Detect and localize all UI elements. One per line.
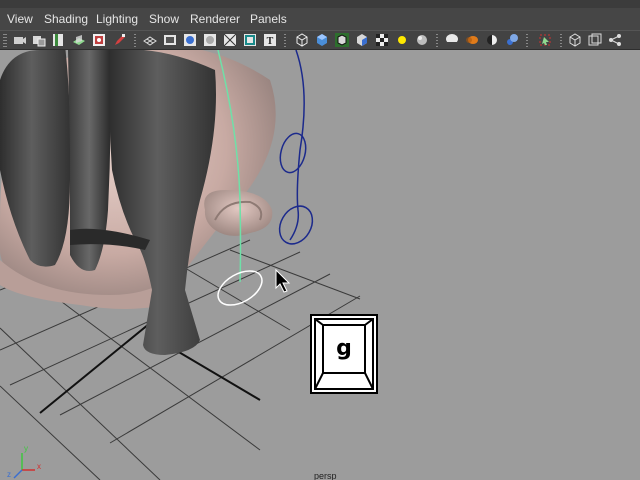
toolbar-grip[interactable] <box>3 34 7 48</box>
axis-label-x: x <box>37 462 41 471</box>
hotkey-keycap-overlay: g <box>310 314 378 394</box>
menu-panels[interactable]: Panels <box>250 12 287 26</box>
menu-view[interactable]: View <box>7 12 33 26</box>
safe-action-icon[interactable] <box>243 33 257 47</box>
panel-toolbar: T <box>0 30 640 50</box>
motion-blur-icon[interactable] <box>465 33 479 47</box>
screen-space-ao-icon[interactable] <box>445 33 459 47</box>
depth-of-field-icon[interactable] <box>505 33 519 47</box>
field-chart-icon[interactable] <box>223 33 237 47</box>
toolbar-separator <box>134 34 136 48</box>
menu-shading[interactable]: Shading <box>44 12 88 26</box>
resolution-gate-icon[interactable] <box>183 33 197 47</box>
bookmark-icon[interactable] <box>51 33 65 47</box>
default-material-icon[interactable] <box>355 33 369 47</box>
menu-lighting[interactable]: Lighting <box>96 12 138 26</box>
toolbar-separator <box>436 34 438 48</box>
toolbar-separator <box>526 34 528 48</box>
svg-text:T: T <box>267 36 274 47</box>
xray-components-icon[interactable] <box>608 33 622 47</box>
axis-label-y: y <box>24 444 28 453</box>
film-gate-icon[interactable] <box>163 33 177 47</box>
image-plane-icon[interactable] <box>72 33 86 47</box>
curve-ring-blue-1 <box>279 132 307 174</box>
menu-show[interactable]: Show <box>149 12 179 26</box>
toolbar-separator <box>560 34 562 48</box>
select-camera-icon[interactable] <box>13 33 27 47</box>
gate-mask-icon[interactable] <box>203 33 217 47</box>
axis-gizmo <box>13 453 35 479</box>
use-all-lights-icon[interactable] <box>395 33 409 47</box>
keycap-letter: g <box>336 336 352 361</box>
mouse-cursor-icon <box>275 268 291 293</box>
nurbs-curve-blue <box>289 50 305 241</box>
panel-menu-bar: View Shading Lighting Show Renderer Pane… <box>0 8 640 30</box>
window-top-strip <box>0 0 640 8</box>
camera-attributes-icon[interactable] <box>32 33 46 47</box>
axis-label-z: z <box>7 470 11 479</box>
viewport-scene <box>0 50 361 480</box>
menu-renderer[interactable]: Renderer <box>190 12 240 26</box>
two-d-pan-icon[interactable] <box>92 33 106 47</box>
isolate-select-icon[interactable] <box>538 33 552 47</box>
wireframe-on-shaded-icon[interactable] <box>335 33 349 47</box>
perspective-viewport[interactable]: y x z g persp <box>0 50 640 480</box>
xray-joints-icon[interactable] <box>588 33 602 47</box>
smooth-shade-icon[interactable] <box>315 33 329 47</box>
grid-icon[interactable] <box>143 33 157 47</box>
camera-name-label: persp <box>314 471 337 480</box>
textured-icon[interactable] <box>375 33 389 47</box>
safe-title-icon[interactable]: T <box>263 33 277 47</box>
toolbar-separator <box>284 34 286 48</box>
xray-icon[interactable] <box>568 33 582 47</box>
grease-pencil-icon[interactable] <box>113 33 127 47</box>
wireframe-icon[interactable] <box>295 33 309 47</box>
curve-ring-blue-2 <box>278 205 314 245</box>
shadows-icon[interactable] <box>415 33 429 47</box>
multisample-aa-icon[interactable] <box>485 33 499 47</box>
